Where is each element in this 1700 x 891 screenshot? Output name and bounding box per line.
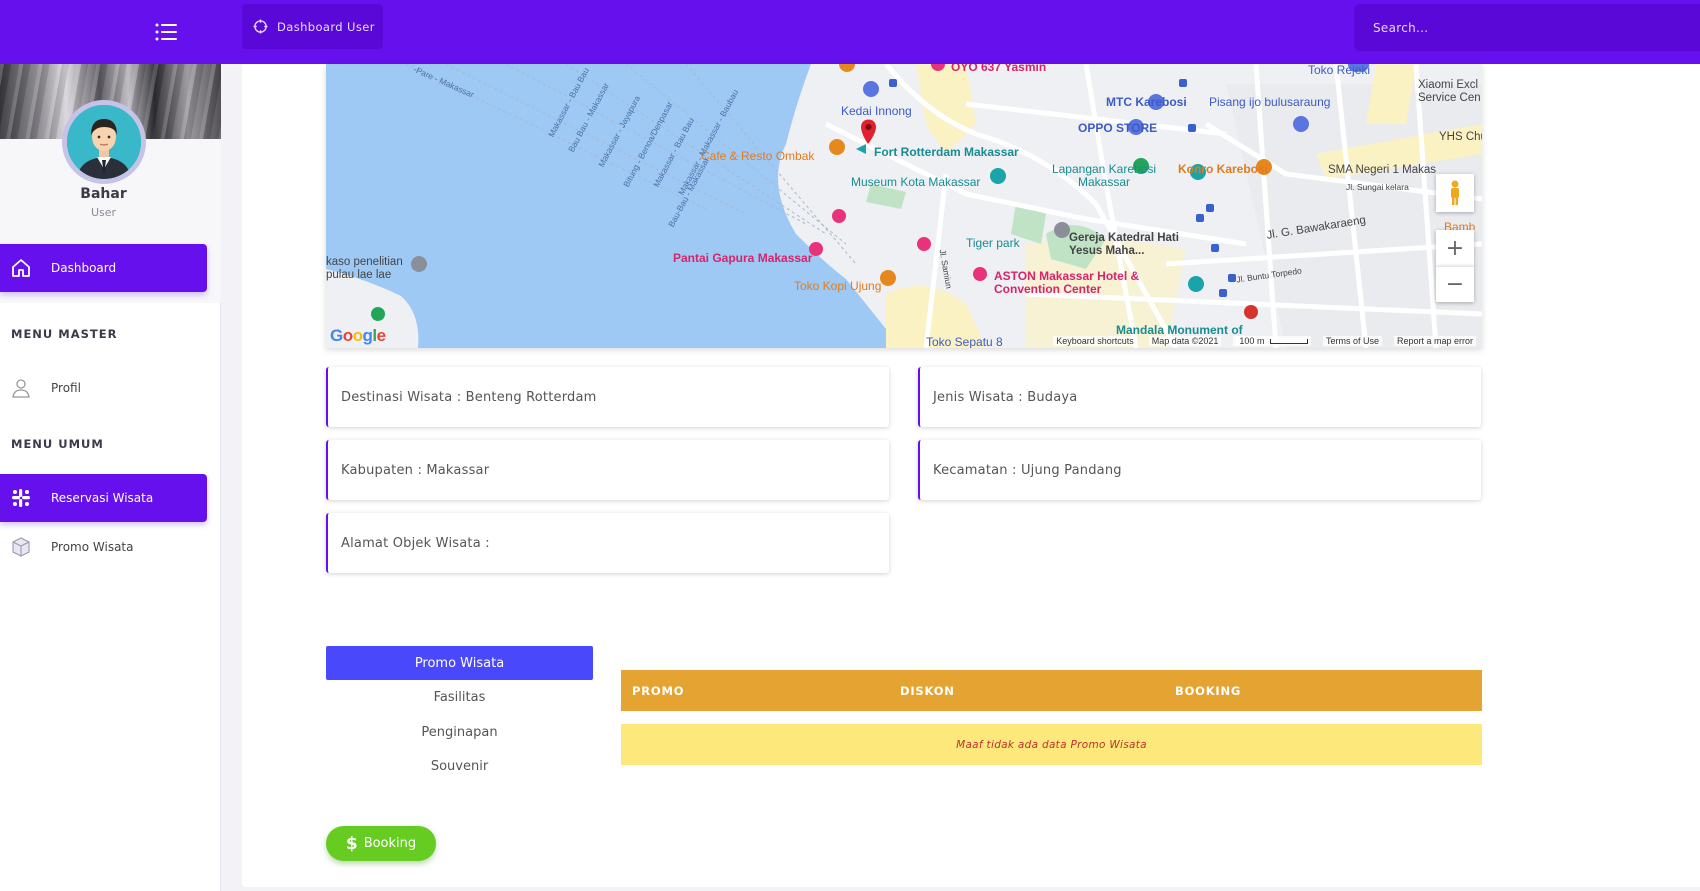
- minus-icon: −: [1445, 272, 1465, 297]
- kecamatan-card: Kecamatan : Ujung Pandang: [918, 440, 1481, 500]
- sidebar: Bahar User Dashboard MENU MASTER Profil …: [0, 64, 221, 891]
- map-scale: 100 m: [1233, 336, 1311, 346]
- map-label-toko-rejeki[interactable]: Toko Rejeki: [1308, 64, 1370, 77]
- booking-button-label: Booking: [363, 836, 417, 851]
- user-role: User: [90, 206, 117, 219]
- box-icon: [10, 536, 32, 558]
- map-label-cafe[interactable]: Cafe & Resto Ombak: [701, 149, 814, 163]
- map-label-kedai[interactable]: Kedai Innong: [841, 104, 912, 118]
- column-header-booking: BOOKING: [1175, 683, 1242, 698]
- kabupaten-card: Kabupaten : Makassar: [326, 440, 889, 500]
- google-map[interactable]: OYO 637 Yasmin Toko Rejeki Xiaomi Excl S…: [326, 64, 1482, 348]
- plus-icon: +: [1445, 235, 1465, 261]
- map-label-sma[interactable]: SMA Negeri 1 Makas: [1328, 164, 1436, 176]
- map-label-oyo[interactable]: OYO 637 Yasmin: [951, 64, 1046, 74]
- person-icon: [10, 377, 32, 399]
- tab-penginapan[interactable]: Penginapan: [326, 715, 593, 749]
- report-map-error-link[interactable]: Report a map error: [1393, 336, 1476, 346]
- column-header-promo: PROMO: [632, 683, 685, 698]
- map-label-pantai[interactable]: Pantai Gapura Makassar: [673, 251, 812, 265]
- section-menu-umum: MENU UMUM: [11, 437, 104, 451]
- booking-button[interactable]: $ Booking: [326, 826, 436, 861]
- alamat-card: Alamat Objek Wisata :: [326, 513, 889, 573]
- dashboard-user-breadcrumb[interactable]: Dashboard User: [242, 4, 383, 49]
- destinasi-card: Destinasi Wisata : Benteng Rotterdam: [326, 367, 889, 427]
- column-header-diskon: DISKON: [900, 683, 955, 698]
- map-label-museum[interactable]: Museum Kota Makassar: [851, 175, 980, 189]
- map-label-xiaomi[interactable]: Xiaomi Excl Service Cen: [1418, 79, 1482, 105]
- hamburger-list-icon: [155, 23, 177, 41]
- section-menu-master: MENU MASTER: [11, 327, 118, 341]
- sidebar-item-label: Promo Wisata: [51, 540, 134, 554]
- terms-link[interactable]: Terms of Use: [1322, 336, 1382, 346]
- dollar-icon: $: [345, 833, 358, 854]
- zoom-out-button[interactable]: −: [1436, 266, 1474, 302]
- search-input[interactable]: [1373, 20, 1673, 35]
- avatar: [62, 100, 146, 184]
- map-label-pisang[interactable]: Pisang ijo bulusaraung: [1209, 95, 1330, 109]
- map-label-oppo[interactable]: OPPO STORE: [1078, 121, 1157, 135]
- home-icon: [10, 257, 32, 279]
- user-avatar-icon: [67, 105, 141, 179]
- street-view-pegman-button[interactable]: [1436, 174, 1474, 212]
- empty-table-message: Maaf tidak ada data Promo Wisata: [621, 724, 1482, 765]
- tab-fasilitas[interactable]: Fasilitas: [326, 680, 593, 714]
- map-label-fort[interactable]: Fort Rotterdam Makassar: [874, 145, 1019, 159]
- search-container: [1354, 4, 1700, 51]
- map-label-sungai[interactable]: Jl. Sungai kelara: [1346, 182, 1409, 192]
- jenis-card: Jenis Wisata : Budaya: [918, 367, 1481, 427]
- keyboard-shortcuts-link[interactable]: Keyboard shortcuts: [1053, 336, 1137, 346]
- sidebar-item-profil[interactable]: Profil: [0, 364, 207, 412]
- map-label-mtc[interactable]: MTC Karebosi: [1106, 95, 1187, 109]
- menu-toggle-button[interactable]: [150, 16, 182, 48]
- breadcrumb-label: Dashboard User: [277, 19, 375, 34]
- map-scale-label: 100 m: [1236, 336, 1268, 346]
- map-label-gereja[interactable]: Gereja Katedral Hati Yesus Maha...: [1069, 232, 1209, 258]
- slack-grid-icon: [10, 487, 32, 509]
- tab-souvenir[interactable]: Souvenir: [326, 749, 593, 783]
- map-data-text: Map data ©2021: [1148, 336, 1222, 346]
- sidebar-item-label: Dashboard: [51, 261, 117, 275]
- sidebar-item-label: Profil: [51, 381, 81, 395]
- sidebar-item-dashboard[interactable]: Dashboard: [0, 244, 207, 292]
- pegman-icon: [1451, 180, 1459, 205]
- map-label-aston[interactable]: ASTON Makassar Hotel & Convention Center: [994, 270, 1154, 296]
- map-label-kopi[interactable]: Toko Kopi Ujung: [794, 279, 881, 293]
- map-label-konro[interactable]: Konro Karebosi: [1178, 162, 1268, 176]
- top-navbar: Dashboard User: [0, 0, 1700, 64]
- target-icon: [253, 19, 268, 34]
- sidebar-item-reservasi-wisata[interactable]: Reservasi Wisata: [0, 474, 207, 522]
- promo-table-header: PROMO DISKON BOOKING: [621, 670, 1482, 711]
- tab-promo-wisata[interactable]: Promo Wisata: [326, 646, 593, 680]
- map-label-lapangan[interactable]: Lapangan Karebosi Makassar: [1044, 163, 1164, 189]
- map-label-yhs[interactable]: YHS Chur: [1439, 131, 1482, 143]
- zoom-in-button[interactable]: +: [1436, 230, 1474, 266]
- map-label-tiger[interactable]: Tiger park: [966, 236, 1020, 250]
- sidebar-item-label: Reservasi Wisata: [51, 491, 154, 505]
- map-label-kaso[interactable]: kaso penelitian pulau lae lae: [326, 256, 426, 282]
- user-name: Bahar: [80, 186, 127, 202]
- map-footer: Keyboard shortcuts Map data ©2021 100 m …: [326, 334, 1482, 348]
- sidebar-item-promo-wisata[interactable]: Promo Wisata: [0, 523, 207, 571]
